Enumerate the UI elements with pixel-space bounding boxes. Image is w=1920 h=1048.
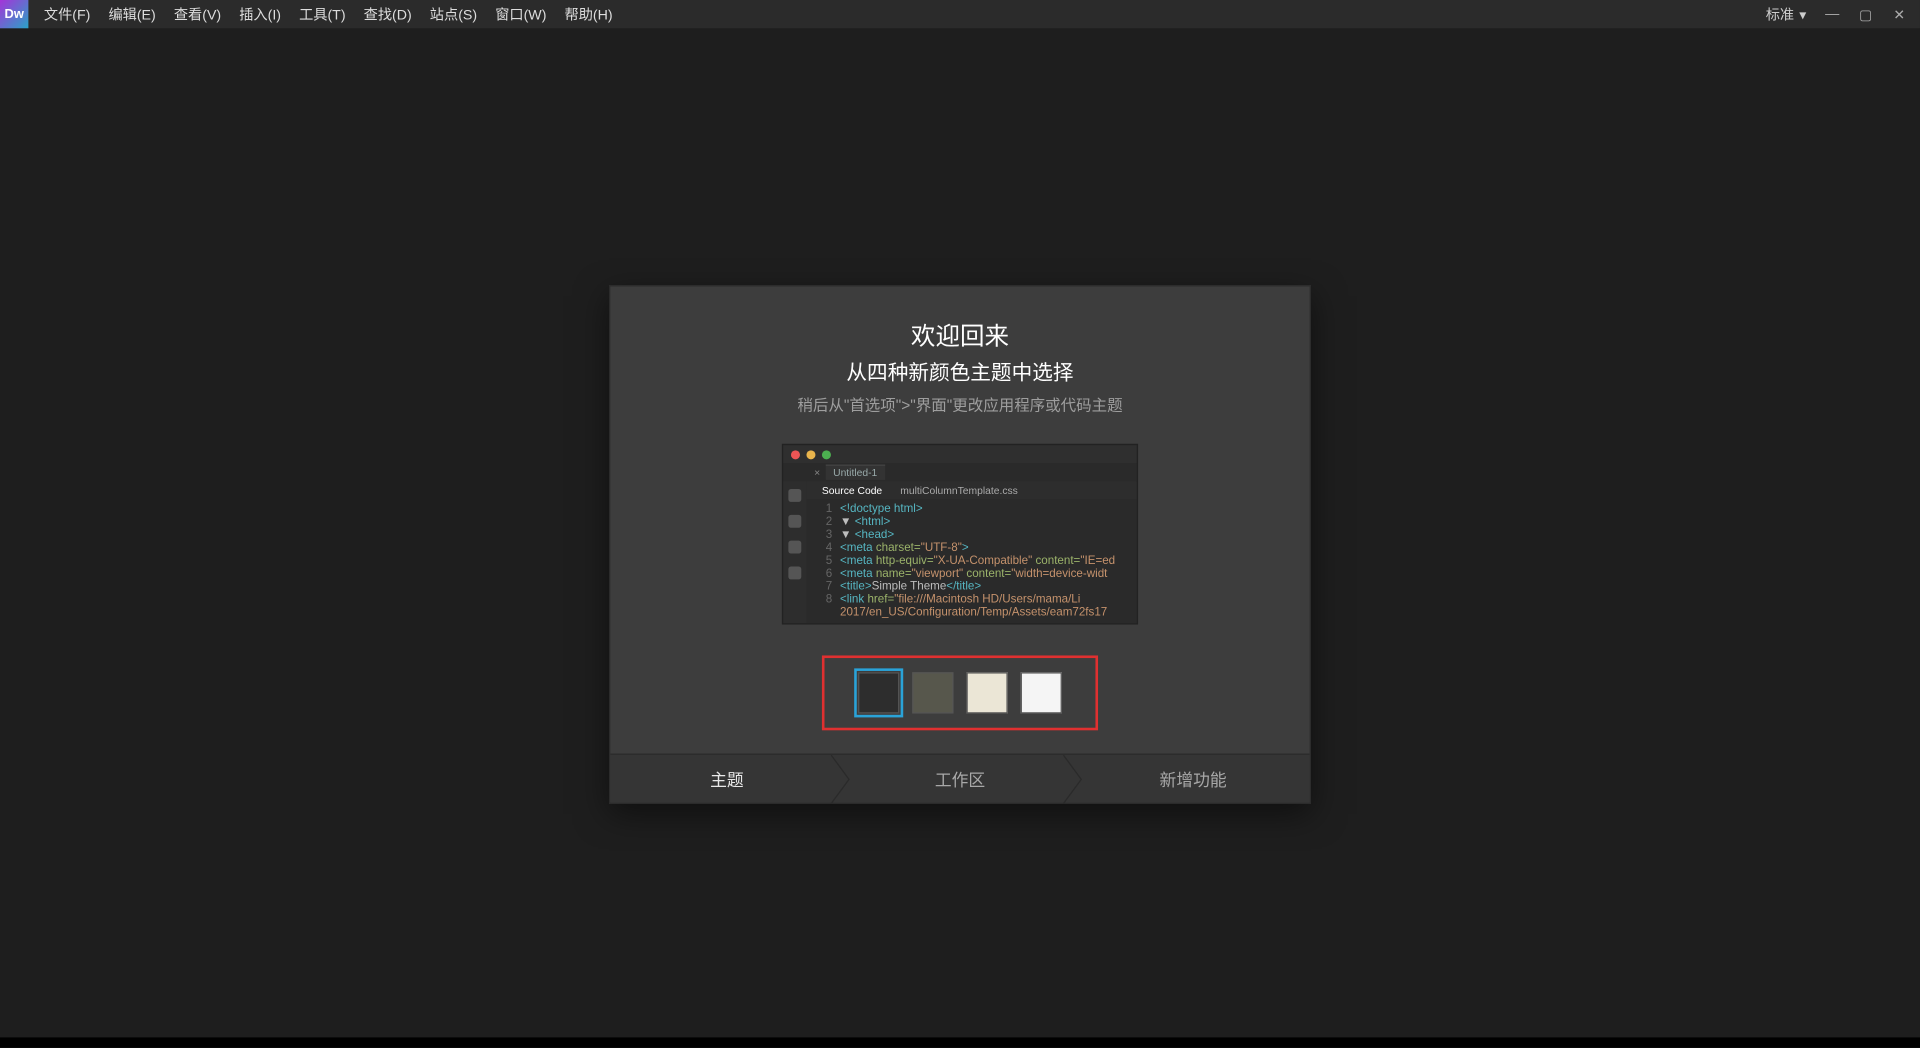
- minimize-button[interactable]: —: [1824, 6, 1839, 21]
- nav-theme-label: 主题: [710, 766, 744, 791]
- menu-item[interactable]: 文件(F): [44, 4, 91, 25]
- preview-source-tab: Source Code: [822, 485, 882, 497]
- nav-whatsnew-label: 新增功能: [1160, 766, 1227, 791]
- close-button[interactable]: ✕: [1892, 6, 1907, 21]
- traffic-light-min-icon: [806, 450, 815, 459]
- theme-swatch[interactable]: [858, 672, 899, 713]
- taskbar: [0, 1037, 1920, 1047]
- theme-swatch[interactable]: [1021, 672, 1062, 713]
- chevron-down-icon: ▾: [1799, 6, 1806, 23]
- dialog-hint: 稍后从"首选项">"界面"更改应用程序或代码主题: [646, 394, 1273, 416]
- maximize-button[interactable]: ▢: [1858, 6, 1873, 21]
- nav-workspace[interactable]: 工作区: [843, 755, 1076, 803]
- nav-whatsnew[interactable]: 新增功能: [1077, 755, 1310, 803]
- app-logo: Dw: [0, 0, 28, 28]
- theme-swatches: [822, 655, 1098, 730]
- dialog-nav: 主题 工作区 新增功能: [610, 754, 1309, 803]
- preview-css-tab: multiColumnTemplate.css: [900, 485, 1018, 497]
- preview-doc-tab: Untitled-1: [825, 465, 885, 480]
- menu-item[interactable]: 帮助(H): [565, 4, 613, 25]
- theme-preview: × Untitled-1 Source Code multiColumnTemp…: [782, 444, 1138, 625]
- traffic-light-close-icon: [791, 450, 800, 459]
- dialog-title: 欢迎回来: [646, 317, 1273, 352]
- theme-swatch[interactable]: [966, 672, 1007, 713]
- nav-theme[interactable]: 主题: [610, 755, 843, 803]
- wand-icon: [788, 541, 801, 554]
- menu-item[interactable]: 工具(T): [299, 4, 346, 25]
- workspace-switcher[interactable]: 标准 ▾: [1766, 4, 1807, 25]
- menu-item[interactable]: 查看(V): [174, 4, 221, 25]
- menu-item[interactable]: 站点(S): [430, 4, 477, 25]
- workspace-label: 标准: [1766, 4, 1794, 25]
- menu-item[interactable]: 插入(I): [239, 4, 281, 25]
- git-icon: [788, 515, 801, 528]
- nav-workspace-label: 工作区: [935, 766, 985, 791]
- menu-item[interactable]: 查找(D): [364, 4, 412, 25]
- theme-swatch[interactable]: [912, 672, 953, 713]
- traffic-light-max-icon: [822, 450, 831, 459]
- expand-icon: [788, 566, 801, 579]
- file-icon: [788, 489, 801, 502]
- menu-item[interactable]: 编辑(E): [108, 4, 155, 25]
- welcome-dialog: 欢迎回来 从四种新颜色主题中选择 稍后从"首选项">"界面"更改应用程序或代码主…: [609, 285, 1311, 804]
- dialog-subtitle: 从四种新颜色主题中选择: [646, 355, 1273, 386]
- menubar: Dw 文件(F) 编辑(E) 查看(V) 插入(I) 工具(T) 查找(D) 站点(S) 窗口…: [0, 0, 1920, 28]
- menu-item[interactable]: 窗口(W): [495, 4, 546, 25]
